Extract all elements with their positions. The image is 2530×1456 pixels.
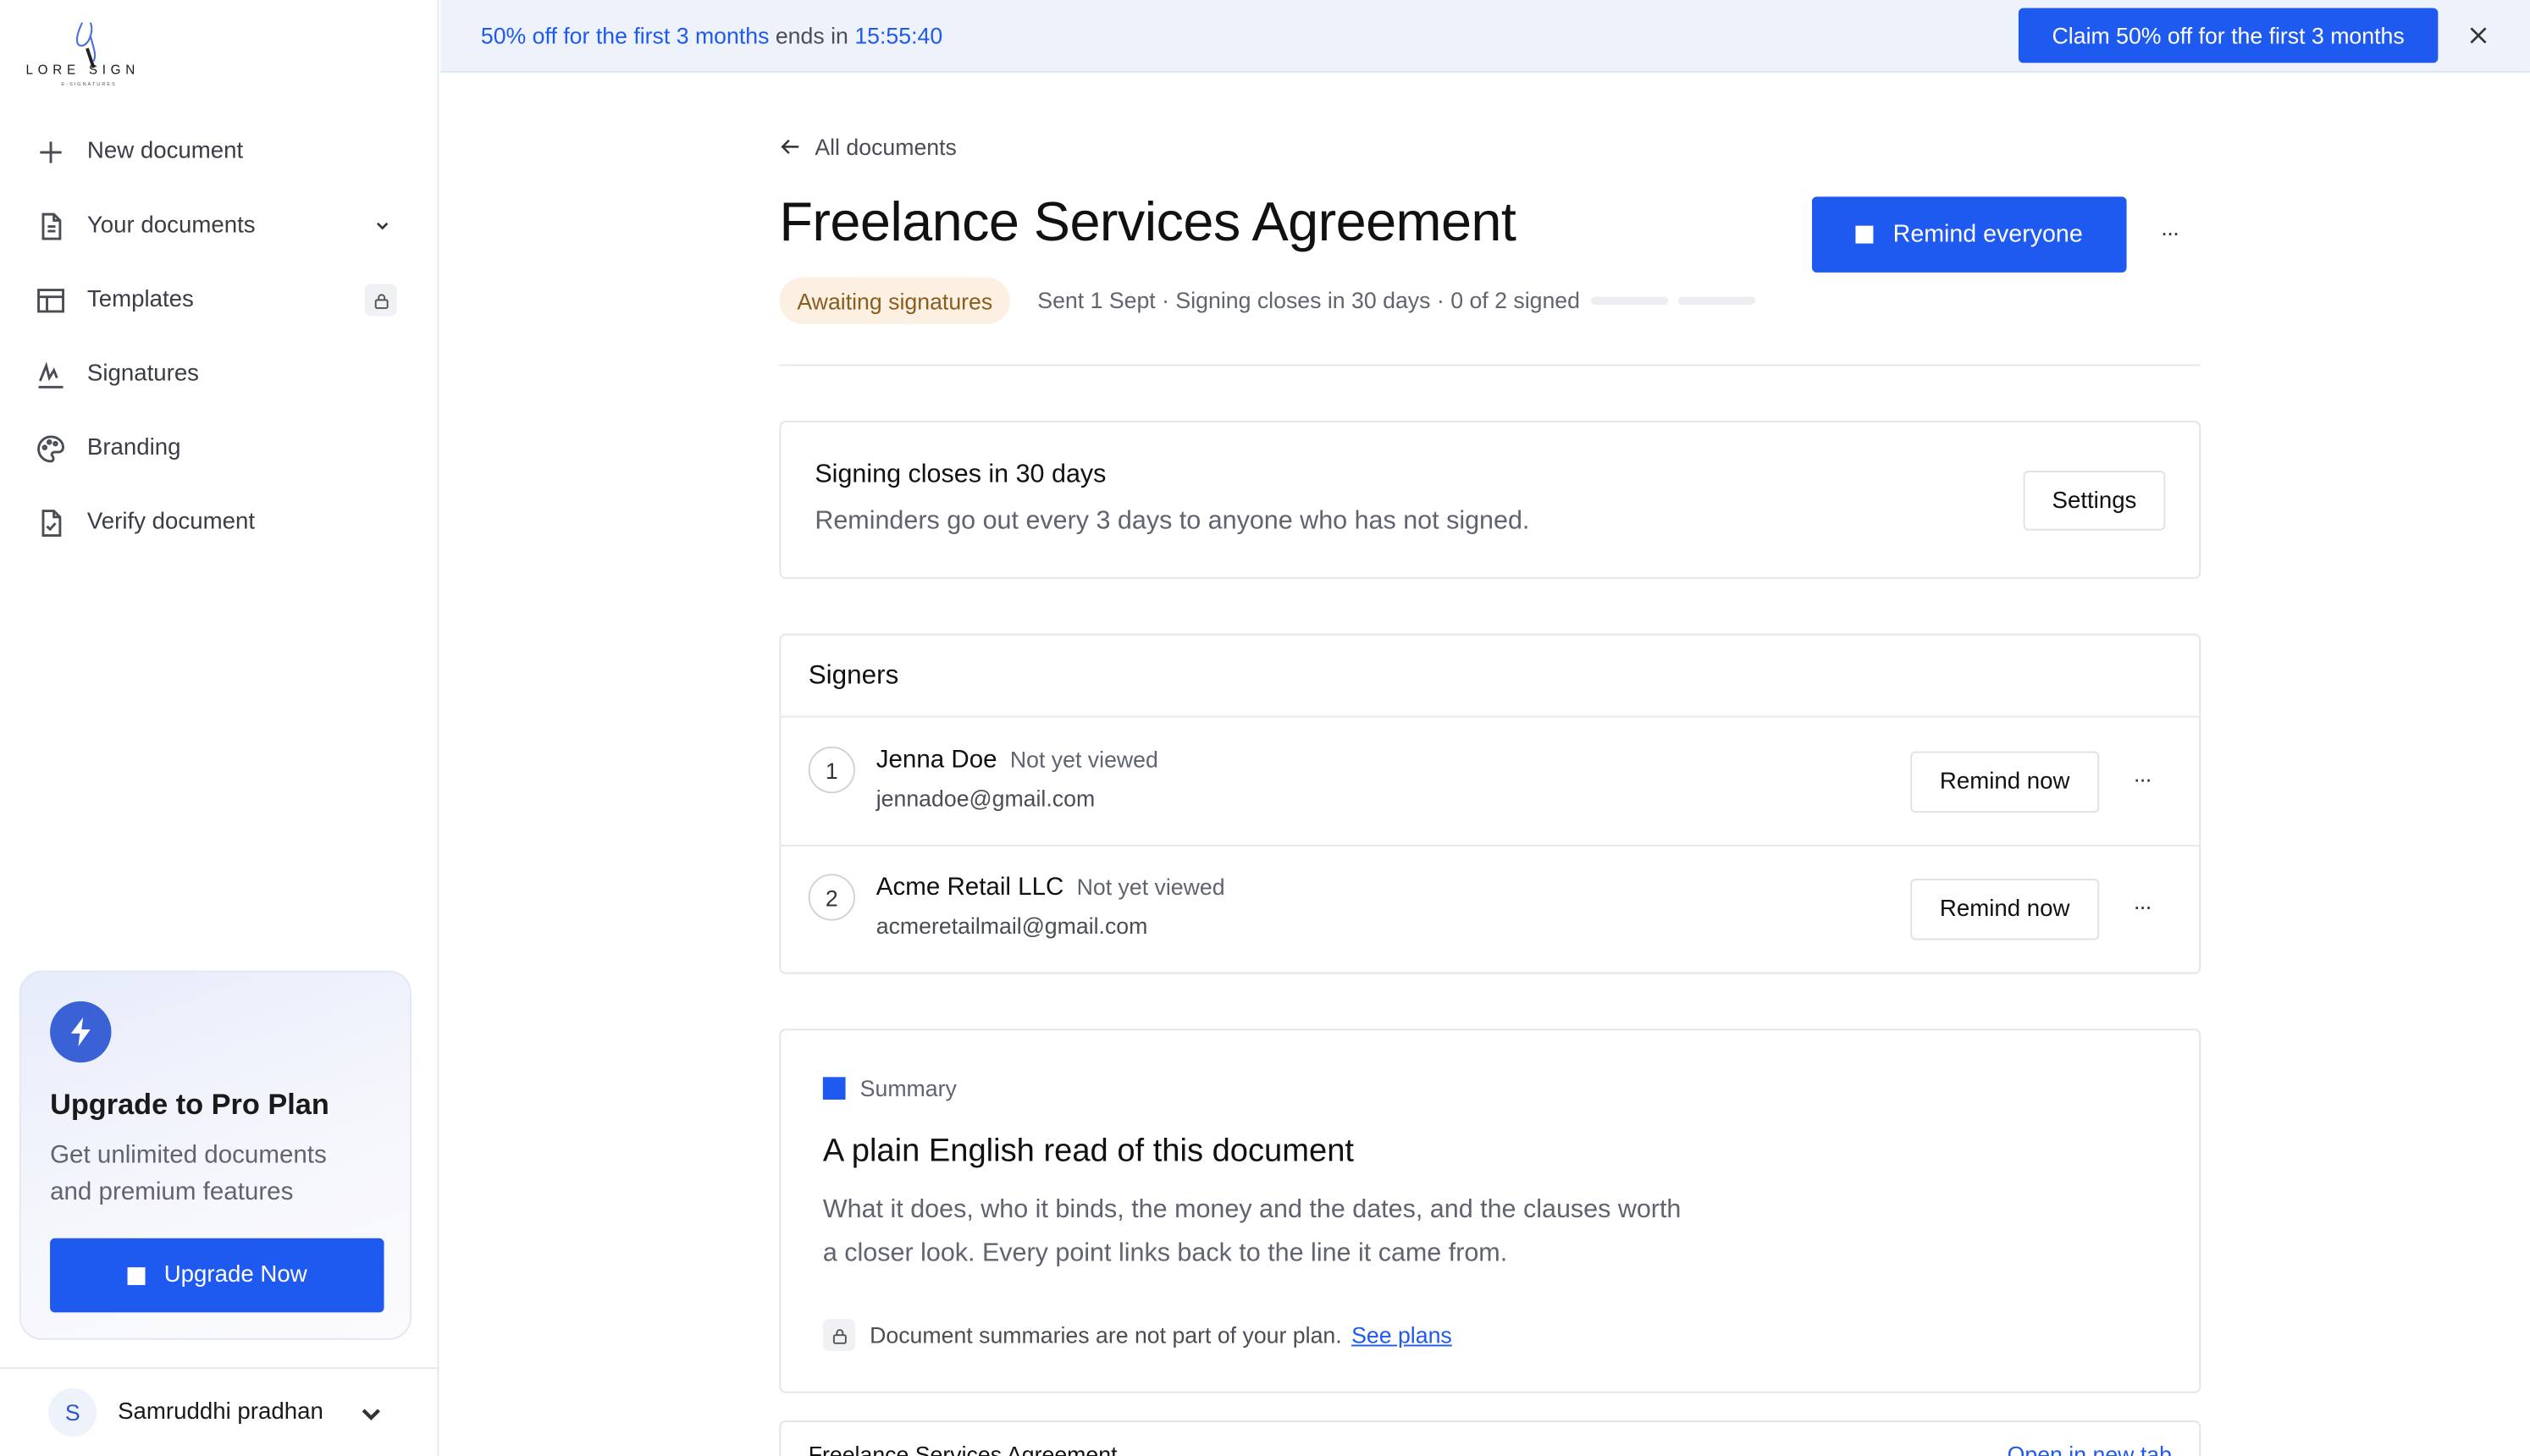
chevron-down-icon[interactable] bbox=[358, 1401, 384, 1426]
signing-progress-segment bbox=[1590, 296, 1669, 305]
signer-number: 2 bbox=[808, 874, 855, 921]
plus-icon bbox=[32, 134, 68, 169]
square-icon bbox=[1855, 225, 1874, 244]
promo-text: 50% off for the first 3 months ends in 1… bbox=[481, 23, 942, 48]
sidebar-item-label: Templates bbox=[86, 287, 194, 313]
see-plans-link[interactable]: See plans bbox=[1351, 1322, 1452, 1348]
signer-status: Not yet viewed bbox=[1009, 746, 1158, 773]
signers-card: Signers 1 Jenna Doe Not yet viewed jennad… bbox=[779, 633, 2201, 974]
open-in-new-tab-link[interactable]: Open in new tab bbox=[2008, 1442, 2172, 1456]
palette-icon bbox=[32, 431, 68, 466]
arrow-left-icon bbox=[781, 139, 799, 154]
signer-email: jennadoe@gmail.com bbox=[876, 785, 1096, 812]
summary-card: Summary A plain English read of this doc… bbox=[779, 1029, 2201, 1393]
lock-icon bbox=[364, 284, 397, 317]
signer-name: Acme Retail LLC bbox=[876, 874, 1064, 902]
upgrade-title: Upgrade to Pro Plan bbox=[50, 1088, 329, 1121]
promo-ends-in: ends in bbox=[775, 22, 848, 49]
summary-square-icon bbox=[822, 1077, 846, 1100]
signer-row: 2 Acme Retail LLC Not yet viewed acmereta… bbox=[781, 847, 2199, 973]
more-options-icon[interactable]: ··· bbox=[2133, 766, 2152, 791]
promo-banner: 50% off for the first 3 months ends in 1… bbox=[440, 0, 2530, 73]
upgrade-now-button[interactable]: Upgrade Now bbox=[50, 1238, 384, 1313]
summary-note-text: Document summaries are not part of your … bbox=[870, 1321, 1342, 1348]
close-icon[interactable] bbox=[2462, 19, 2494, 52]
sidebar-item-label: Verify document bbox=[86, 509, 256, 536]
document-meta: Sent 1 Sept · Signing closes in 30 days … bbox=[1037, 287, 1580, 313]
deadline-subtitle: Reminders go out every 3 days to anyone … bbox=[815, 507, 1530, 536]
upgrade-button-label: Upgrade Now bbox=[163, 1262, 307, 1288]
signer-number: 1 bbox=[808, 746, 855, 794]
logo-mark-icon bbox=[75, 22, 97, 69]
chevron-down-icon[interactable] bbox=[367, 212, 396, 240]
remind-everyone-button[interactable]: Remind everyone bbox=[1811, 196, 2127, 273]
square-icon bbox=[126, 1266, 145, 1285]
remind-now-button[interactable]: Remind now bbox=[1910, 751, 2100, 813]
back-link[interactable]: All documents bbox=[779, 130, 957, 163]
signing-progress-segment bbox=[1677, 296, 1756, 305]
signer-status: Not yet viewed bbox=[1076, 874, 1225, 900]
signer-name-line: Acme Retail LLC Not yet viewed bbox=[876, 874, 1225, 902]
bolt-icon bbox=[50, 1001, 112, 1063]
logo-subtext: E-SIGNATURES bbox=[61, 80, 117, 87]
signer-email: acmeretailmail@gmail.com bbox=[876, 913, 1148, 939]
back-link-label: All documents bbox=[815, 134, 957, 160]
sidebar-item-signatures[interactable]: Signatures bbox=[32, 345, 406, 404]
preview-title: Freelance Services Agreement bbox=[808, 1441, 1118, 1456]
page-title: Freelance Services Agreement bbox=[779, 191, 1516, 254]
remind-everyone-label: Remind everyone bbox=[1892, 220, 2083, 249]
avatar: S bbox=[48, 1387, 97, 1437]
sidebar-item-templates[interactable]: Templates bbox=[32, 271, 406, 329]
sidebar: LORE SIGN E-SIGNATURES New document Your… bbox=[0, 0, 439, 1456]
sidebar-item-label: Branding bbox=[86, 435, 181, 461]
sidebar-item-your-documents[interactable]: Your documents bbox=[32, 196, 406, 255]
user-name: Samruddhi pradhan bbox=[118, 1399, 323, 1426]
signers-heading: Signers bbox=[808, 660, 899, 691]
user-menu[interactable]: S Samruddhi pradhan bbox=[0, 1367, 439, 1456]
summary-label: Summary bbox=[859, 1075, 957, 1101]
summary-title: A plain English read of this document bbox=[822, 1133, 1354, 1169]
status-badge: Awaiting signatures bbox=[779, 277, 1011, 324]
signers-header: Signers bbox=[781, 635, 2200, 718]
signer-name-line: Jenna Doe Not yet viewed bbox=[876, 747, 1158, 775]
sidebar-item-label: Signatures bbox=[86, 361, 200, 388]
layout-icon bbox=[32, 282, 68, 317]
settings-button[interactable]: Settings bbox=[2023, 471, 2166, 531]
signing-deadline-card: Signing closes in 30 days Reminders go o… bbox=[779, 421, 2201, 579]
document-icon bbox=[32, 208, 68, 244]
brand-logo[interactable]: LORE SIGN E-SIGNATURES bbox=[25, 13, 157, 87]
more-options-icon[interactable]: ··· bbox=[2161, 219, 2180, 245]
more-options-icon[interactable]: ··· bbox=[2133, 893, 2152, 918]
remind-now-button[interactable]: Remind now bbox=[1910, 879, 2100, 940]
verify-icon bbox=[32, 505, 68, 540]
signature-icon bbox=[32, 356, 68, 392]
signer-name: Jenna Doe bbox=[876, 746, 997, 775]
deadline-title: Signing closes in 30 days bbox=[815, 461, 1107, 489]
sidebar-item-verify-document[interactable]: Verify document bbox=[32, 494, 406, 552]
sidebar-item-new-document[interactable]: New document bbox=[32, 123, 406, 181]
signer-row: 1 Jenna Doe Not yet viewed jennadoe@gmail… bbox=[781, 719, 2200, 847]
promo-offer: 50% off for the first 3 months bbox=[480, 22, 770, 49]
sidebar-item-label: Your documents bbox=[86, 212, 256, 239]
logo-text: LORE SIGN bbox=[25, 63, 140, 78]
claim-offer-button[interactable]: Claim 50% off for the first 3 months bbox=[2018, 8, 2439, 63]
promo-countdown: 15:55:40 bbox=[854, 22, 943, 49]
lock-icon bbox=[822, 1319, 855, 1352]
upgrade-card: Upgrade to Pro Plan Get unlimited docume… bbox=[19, 970, 412, 1340]
summary-note: Document summaries are not part of your … bbox=[870, 1322, 1452, 1348]
divider bbox=[779, 364, 2201, 367]
sidebar-item-label: New document bbox=[86, 138, 244, 165]
document-preview-card: Freelance Services Agreement Open in new… bbox=[779, 1420, 2201, 1456]
summary-description: What it does, who it binds, the money an… bbox=[822, 1196, 1682, 1268]
sidebar-item-branding[interactable]: Branding bbox=[32, 419, 406, 477]
upgrade-description: Get unlimited documents and premium feat… bbox=[50, 1141, 327, 1206]
